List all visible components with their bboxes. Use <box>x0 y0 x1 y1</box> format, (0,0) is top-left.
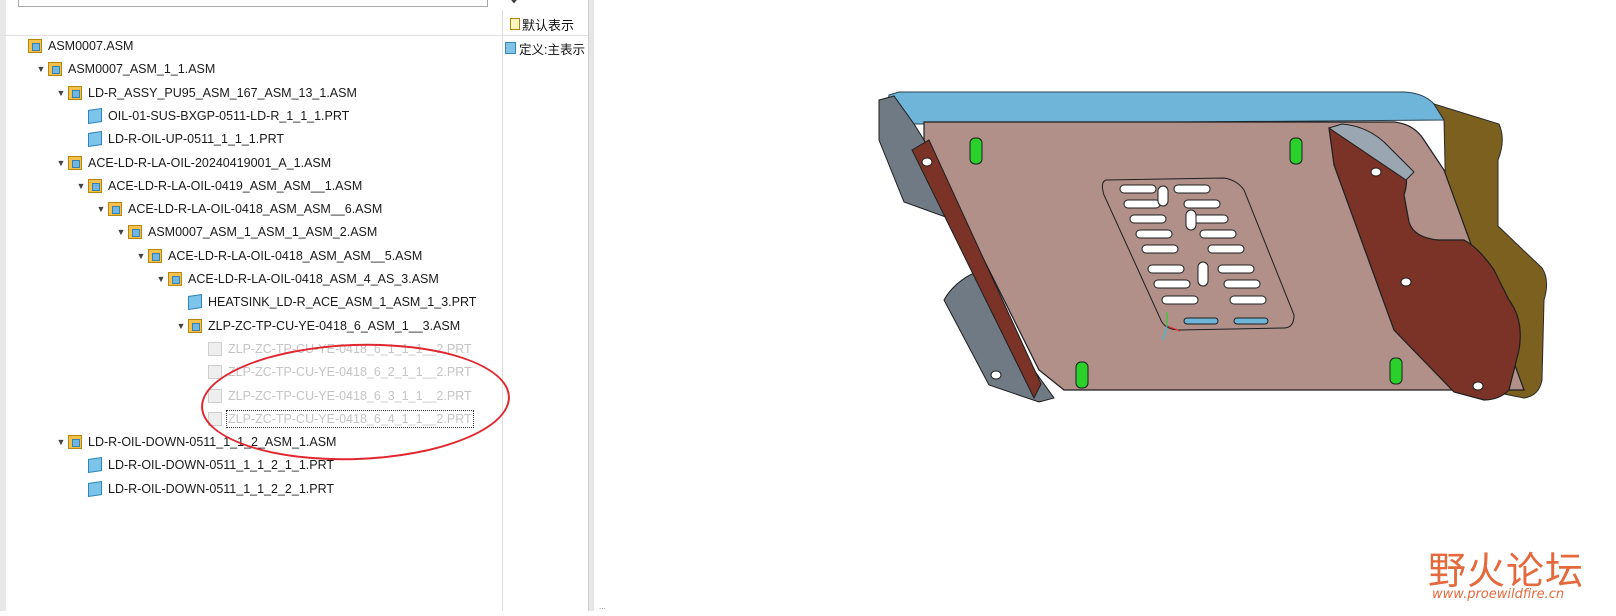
part-icon <box>88 107 102 124</box>
model-tree-panel: 默认表示 定义:主表示 ASM0007.ASM ▼ ASM0007_ASM_1_1.… <box>0 0 591 611</box>
tree-row[interactable]: HEATSINK_LD-R_ACE_ASM_1_ASM_1_3.PRT <box>174 291 476 313</box>
assembly-icon <box>68 85 82 100</box>
definition-label: 定义:主表示 <box>519 42 585 57</box>
assembly-icon <box>148 248 162 263</box>
assembly-icon <box>48 62 62 77</box>
tree-row-label: ACE-LD-R-LA-OIL-0418_ASM_ASM__6.ASM <box>128 202 383 217</box>
tree-row-label: ACE-LD-R-LA-OIL-0418_ASM_ASM__5.ASM <box>168 248 423 263</box>
part-icon <box>88 131 102 148</box>
assembly-icon <box>128 225 142 240</box>
expand-toggle-icon[interactable]: ▼ <box>54 158 68 168</box>
assembly-icon <box>88 178 102 193</box>
graphics-viewport[interactable] <box>594 0 1616 611</box>
tree-row[interactable]: LD-R-OIL-DOWN-0511_1_1_2_1_1.PRT <box>74 454 334 476</box>
tree-row[interactable]: ▼ ACE-LD-R-LA-OIL-0418_ASM_ASM__6.ASM <box>94 198 382 220</box>
tree-row-label: LD-R-OIL-UP-0511_1_1_1.PRT <box>108 132 285 147</box>
expand-toggle-icon[interactable]: ▼ <box>174 321 188 331</box>
panel-edge <box>0 0 6 611</box>
viewport-status-text: ... <box>599 602 606 611</box>
expand-toggle-icon[interactable]: ▼ <box>54 88 68 98</box>
part-icon <box>505 42 516 54</box>
tree-row[interactable]: ▼ ACE-LD-R-LA-OIL-0419_ASM_ASM__1.ASM <box>74 175 362 197</box>
tree-row-label: ACE-LD-R-LA-OIL-0419_ASM_ASM__1.ASM <box>108 178 363 193</box>
tree-row-label: ASM0007_ASM_1_1.ASM <box>68 62 216 77</box>
tree-row[interactable]: ▼ ACE-LD-R-LA-OIL-0418_ASM_4_AS_3.ASM <box>154 268 439 290</box>
tree-row[interactable]: ASM0007.ASM <box>14 35 133 57</box>
tree-row-label: ACE-LD-R-LA-OIL-0418_ASM_4_AS_3.ASM <box>188 272 439 286</box>
assembly-icon <box>28 39 42 53</box>
part-icon <box>88 480 102 497</box>
expand-toggle-icon[interactable]: ▼ <box>114 227 128 237</box>
tree-row-label: HEATSINK_LD-R_ACE_ASM_1_ASM_1_3.PRT <box>208 295 477 310</box>
part-icon <box>88 457 102 474</box>
expand-toggle-icon[interactable]: ▼ <box>154 274 168 284</box>
part-icon <box>188 294 202 311</box>
tree-row-label: ASM0007.ASM <box>48 39 134 53</box>
search-input[interactable] <box>18 0 488 7</box>
display-column-header[interactable]: 默认表示 <box>510 14 574 34</box>
tree-row-label: ASM0007_ASM_1_ASM_1_ASM_2.ASM <box>148 225 378 240</box>
column-divider[interactable] <box>502 10 503 611</box>
tree-row[interactable]: LD-R-OIL-UP-0511_1_1_1.PRT <box>74 128 284 150</box>
tree-row-label: ZLP-ZC-TP-CU-YE-0418_6_ASM_1__3.ASM <box>208 318 461 333</box>
expand-toggle-icon[interactable]: ▼ <box>34 64 48 74</box>
expand-toggle-icon[interactable]: ▼ <box>54 437 68 447</box>
tree-row[interactable]: ▼ ACE-LD-R-LA-OIL-20240419001_A_1.ASM <box>54 152 331 174</box>
tree-row[interactable]: OIL-01-SUS-BXGP-0511-LD-R_1_1_1.PRT <box>74 105 349 127</box>
tree-row[interactable]: LD-R-OIL-DOWN-0511_1_1_2_2_1.PRT <box>74 478 334 500</box>
part-icon <box>208 341 222 356</box>
model-3d-view[interactable] <box>594 0 1616 611</box>
tree-row[interactable]: ▼ ASM0007_ASM_1_1.ASM <box>34 58 215 80</box>
assembly-icon <box>108 202 122 217</box>
tree-row[interactable]: ▼ ZLP-ZC-TP-CU-YE-0418_6_ASM_1__3.ASM <box>174 315 460 337</box>
expand-toggle-icon[interactable]: ▼ <box>94 204 108 214</box>
assembly-icon <box>68 435 82 450</box>
expand-toggle-icon[interactable]: ▼ <box>74 181 88 191</box>
tree-row-label: LD-R-OIL-DOWN-0511_1_1_2_2_1.PRT <box>108 481 335 496</box>
tree-row-label: LD-R_ASSY_PU95_ASM_167_ASM_13_1.ASM <box>88 85 357 100</box>
tree-row[interactable]: ▼ ASM0007_ASM_1_ASM_1_ASM_2.ASM <box>114 221 377 243</box>
watermark-url: www.proewildfire.cn <box>1432 587 1565 602</box>
tree-row-label: ACE-LD-R-LA-OIL-20240419001_A_1.ASM <box>88 155 332 170</box>
expand-toggle-icon[interactable]: ▼ <box>134 251 148 261</box>
tree-row-label: LD-R-OIL-DOWN-0511_1_1_2_1_1.PRT <box>108 458 335 473</box>
tree-row[interactable]: ▼ ACE-LD-R-LA-OIL-0418_ASM_ASM__5.ASM <box>134 245 422 267</box>
representation-icon <box>510 18 520 30</box>
assembly-icon <box>68 155 82 170</box>
definition-cell[interactable]: 定义:主表示 <box>505 38 585 58</box>
display-column-label: 默认表示 <box>522 17 575 33</box>
tree-row-label: OIL-01-SUS-BXGP-0511-LD-R_1_1_1.PRT <box>108 108 350 123</box>
assembly-icon <box>168 272 182 286</box>
assembly-icon <box>188 318 202 333</box>
tree-row[interactable]: ▼ LD-R_ASSY_PU95_ASM_167_ASM_13_1.ASM <box>54 82 357 104</box>
settings-icon[interactable] <box>508 0 522 4</box>
